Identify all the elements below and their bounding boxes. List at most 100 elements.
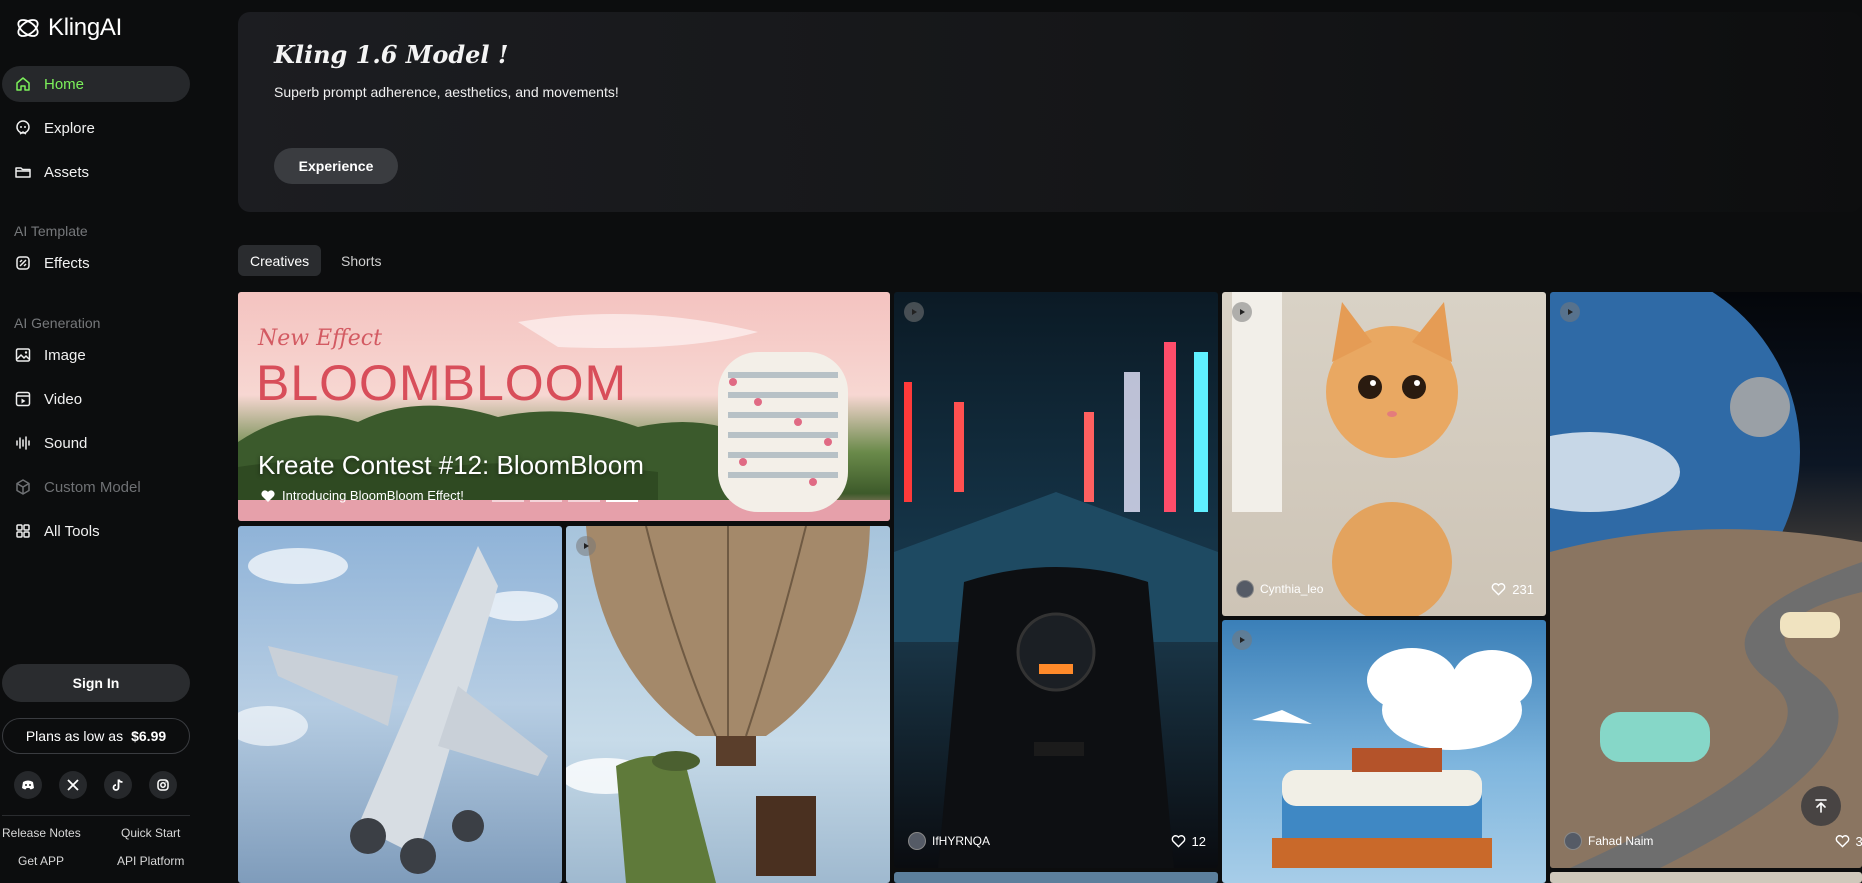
nav-assets-label: Assets bbox=[44, 163, 90, 181]
plans-price: $6.99 bbox=[131, 728, 167, 744]
like-button[interactable]: 231 bbox=[1491, 582, 1534, 597]
play-button[interactable] bbox=[1232, 302, 1252, 322]
play-icon bbox=[1240, 637, 1245, 643]
video-icon bbox=[15, 391, 31, 407]
nav-home-label: Home bbox=[44, 75, 85, 93]
hero-contest-title: Kreate Contest #12: BloomBloom bbox=[258, 450, 644, 480]
avatar bbox=[908, 832, 926, 850]
tiktok-button[interactable] bbox=[104, 771, 132, 799]
like-count: 231 bbox=[1512, 581, 1534, 597]
nav-explore[interactable]: Explore bbox=[2, 110, 190, 146]
balloon-illustration bbox=[566, 526, 870, 883]
instagram-icon bbox=[157, 779, 169, 791]
x-icon bbox=[67, 779, 79, 791]
sound-icon bbox=[16, 436, 30, 450]
motorcycle-illustration bbox=[894, 342, 1218, 868]
play-button[interactable] bbox=[1560, 302, 1580, 322]
avatar bbox=[1564, 832, 1582, 850]
card-user[interactable]: IfHYRNQA bbox=[908, 832, 990, 850]
card-username: IfHYRNQA bbox=[932, 834, 991, 848]
banner-title: Kling 1.6 Model ! bbox=[274, 40, 509, 69]
play-icon bbox=[584, 543, 589, 549]
tiktok-icon bbox=[112, 779, 123, 791]
play-icon bbox=[1568, 309, 1573, 315]
heart-outline-icon bbox=[1171, 835, 1185, 848]
card-user[interactable]: Cynthia_leo bbox=[1236, 580, 1323, 598]
release-notes-link[interactable]: Release Notes bbox=[2, 826, 81, 840]
section-ai-template: AI Template bbox=[14, 223, 88, 239]
carousel-dot-active[interactable] bbox=[606, 500, 638, 502]
nav-sound[interactable]: Sound bbox=[2, 425, 190, 461]
grid-icon bbox=[16, 524, 30, 538]
heart-icon bbox=[261, 489, 275, 502]
card-meta: Fahad Naim 33 bbox=[1564, 832, 1862, 850]
scroll-to-top-button[interactable] bbox=[1801, 786, 1841, 826]
logo-text: KlingAI bbox=[48, 14, 122, 41]
section-ai-generation: AI Generation bbox=[14, 315, 101, 331]
play-icon bbox=[1240, 309, 1245, 315]
media-card-earth-road[interactable]: Fahad Naim 33 bbox=[1550, 292, 1862, 868]
explore-icon bbox=[16, 120, 30, 135]
discord-button[interactable] bbox=[14, 771, 42, 799]
like-button[interactable]: 33 bbox=[1835, 834, 1862, 849]
kling-logo-icon bbox=[17, 19, 39, 37]
nav-explore-label: Explore bbox=[44, 119, 95, 137]
play-button[interactable] bbox=[1232, 630, 1252, 650]
media-card-motorcycle[interactable]: IfHYRNQA 12 bbox=[894, 292, 1218, 868]
like-button[interactable]: 12 bbox=[1171, 834, 1206, 849]
arrow-up-icon bbox=[1815, 799, 1827, 813]
nav-custom-model-label: Custom Model bbox=[44, 478, 141, 496]
media-card-partial[interactable] bbox=[894, 872, 1218, 883]
nav-all-tools[interactable]: All Tools bbox=[2, 513, 190, 549]
spaceship-illustration bbox=[238, 546, 558, 874]
experience-button[interactable]: Experience bbox=[274, 148, 398, 184]
carousel-dot[interactable] bbox=[530, 500, 562, 502]
media-card-van[interactable] bbox=[1222, 620, 1546, 883]
instagram-button[interactable] bbox=[149, 771, 177, 799]
quick-start-link[interactable]: Quick Start bbox=[121, 826, 180, 840]
nav-all-tools-label: All Tools bbox=[44, 522, 100, 540]
avatar bbox=[1236, 580, 1254, 598]
nav-image[interactable]: Image bbox=[2, 337, 190, 373]
home-icon bbox=[16, 77, 30, 91]
nav-image-label: Image bbox=[44, 346, 86, 364]
image-icon bbox=[15, 348, 31, 362]
card-meta: Cynthia_leo 231 bbox=[1236, 580, 1534, 598]
earth-road-illustration bbox=[1550, 292, 1862, 868]
card-user[interactable]: Fahad Naim bbox=[1564, 832, 1653, 850]
x-button[interactable] bbox=[59, 771, 87, 799]
media-card-spaceship[interactable] bbox=[238, 526, 562, 883]
like-count: 33 bbox=[1855, 833, 1862, 849]
get-app-link[interactable]: Get APP bbox=[18, 854, 64, 868]
tab-creatives[interactable]: Creatives bbox=[238, 245, 322, 276]
nav-assets[interactable]: Assets bbox=[2, 154, 190, 190]
heart-outline-icon bbox=[1491, 583, 1506, 596]
tab-shorts[interactable]: Shorts bbox=[329, 245, 393, 276]
promo-banner: Kling 1.6 Model ! Superb prompt adherenc… bbox=[238, 12, 1862, 212]
hero-new-effect: New Effect bbox=[258, 326, 382, 351]
nav-video[interactable]: Video bbox=[2, 381, 190, 417]
carousel-dot[interactable] bbox=[568, 500, 600, 502]
carousel-dot[interactable] bbox=[492, 500, 524, 502]
plans-button[interactable]: Plans as low as $6.99 bbox=[2, 718, 190, 754]
folder-icon bbox=[15, 167, 31, 178]
sign-in-button[interactable]: Sign In bbox=[2, 664, 190, 702]
logo[interactable]: KlingAI bbox=[14, 14, 122, 42]
nav-sound-label: Sound bbox=[44, 434, 88, 452]
play-icon bbox=[912, 309, 917, 315]
api-platform-link[interactable]: API Platform bbox=[117, 854, 184, 868]
cat-illustration bbox=[1232, 292, 1458, 616]
nav-custom-model[interactable]: Custom Model bbox=[2, 469, 190, 505]
nav-home[interactable]: Home bbox=[2, 66, 190, 102]
contest-hero-card[interactable]: New Effect BLOOMBLOOM Kreate Contest #12… bbox=[238, 292, 890, 521]
card-username: Cynthia_leo bbox=[1260, 582, 1324, 596]
nav-effects[interactable]: Effects bbox=[2, 245, 190, 281]
play-button[interactable] bbox=[904, 302, 924, 322]
media-card-balloon[interactable] bbox=[566, 526, 890, 883]
cube-icon bbox=[16, 479, 30, 495]
card-username: Fahad Naim bbox=[1588, 834, 1654, 848]
media-card-partial[interactable] bbox=[1550, 872, 1862, 883]
media-card-cat[interactable]: Cynthia_leo 231 bbox=[1222, 292, 1546, 616]
play-button[interactable] bbox=[576, 536, 596, 556]
effects-icon bbox=[16, 256, 30, 270]
